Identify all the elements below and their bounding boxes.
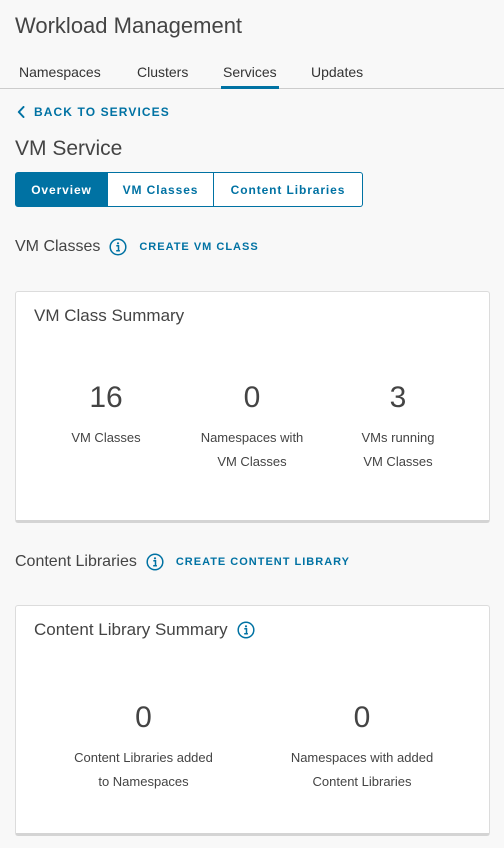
overview-button[interactable]: Overview (15, 172, 108, 207)
stat-value: 0 (353, 701, 371, 734)
page-title: Workload Management (15, 13, 243, 38)
stat-label: Namespaces with added (290, 750, 434, 765)
vm-class-summary-card: VM Class Summary 16 VM Classes 0 Namespa… (15, 291, 490, 523)
stat-value: 3 (389, 381, 407, 414)
stat-vms-running-vm-classes: 3 VMs running VM Classes (342, 381, 454, 474)
stat-vm-classes: 16 VM Classes (56, 381, 156, 450)
vm-classes-section-label: VM Classes (15, 238, 101, 255)
stat-value: 16 (89, 381, 123, 414)
create-vm-class-link[interactable]: CREATE VM CLASS (139, 241, 258, 253)
content-library-summary-card: Content Library Summary 0 Content Librar… (15, 605, 490, 836)
content-library-summary-title: Content Library Summary (34, 620, 228, 639)
card-title: VM Class Summary (34, 306, 184, 326)
stat-label: VM Classes (363, 454, 433, 469)
stat-content-libraries-added: 0 Content Libraries added to Namespaces (56, 701, 231, 794)
stat-label: VMs running (361, 430, 435, 445)
stat-label: to Namespaces (98, 774, 189, 789)
stat-label: Namespaces with (200, 430, 304, 445)
tab-updates[interactable]: Updates (311, 64, 363, 89)
back-link-label: BACK TO SERVICES (34, 105, 170, 119)
workload-management-page: Workload Management Namespaces Clusters … (0, 0, 504, 848)
view-switcher: Overview VM Classes Content Libraries (15, 172, 363, 207)
vm-classes-section-header: VM Classes CREATE VM CLASS (15, 238, 259, 256)
stat-label: Content Libraries added (74, 750, 213, 765)
back-to-services-link[interactable]: BACK TO SERVICES (17, 105, 170, 119)
stat-namespaces-with-vm-classes: 0 Namespaces with VM Classes (181, 381, 323, 474)
tab-clusters[interactable]: Clusters (137, 64, 188, 89)
main-tabs: Namespaces Clusters Services Updates (0, 56, 504, 89)
stat-value: 0 (135, 701, 152, 734)
chevron-left-icon (17, 106, 25, 118)
content-libraries-button[interactable]: Content Libraries (214, 172, 363, 207)
card-title: Content Library Summary (34, 620, 255, 640)
tab-namespaces[interactable]: Namespaces (19, 64, 101, 89)
info-circle-icon[interactable] (237, 621, 255, 639)
content-libraries-section-header: Content Libraries CREATE CONTENT LIBRARY (15, 553, 350, 571)
stat-namespaces-with-content-libraries: 0 Namespaces with added Content Librarie… (276, 701, 448, 794)
stat-label: VM Classes (71, 430, 141, 445)
vm-classes-button[interactable]: VM Classes (108, 172, 214, 207)
info-circle-icon[interactable] (109, 238, 127, 256)
vm-class-summary-title: VM Class Summary (34, 306, 185, 325)
stat-value: 0 (243, 381, 261, 414)
content-libraries-section-label: Content Libraries (15, 553, 137, 570)
info-circle-icon[interactable] (146, 553, 164, 571)
tab-services[interactable]: Services (221, 64, 279, 89)
service-title: VM Service (15, 137, 123, 160)
stat-label: VM Classes (217, 454, 287, 469)
create-content-library-link[interactable]: CREATE CONTENT LIBRARY (176, 556, 350, 568)
stat-label: Content Libraries (312, 774, 412, 789)
